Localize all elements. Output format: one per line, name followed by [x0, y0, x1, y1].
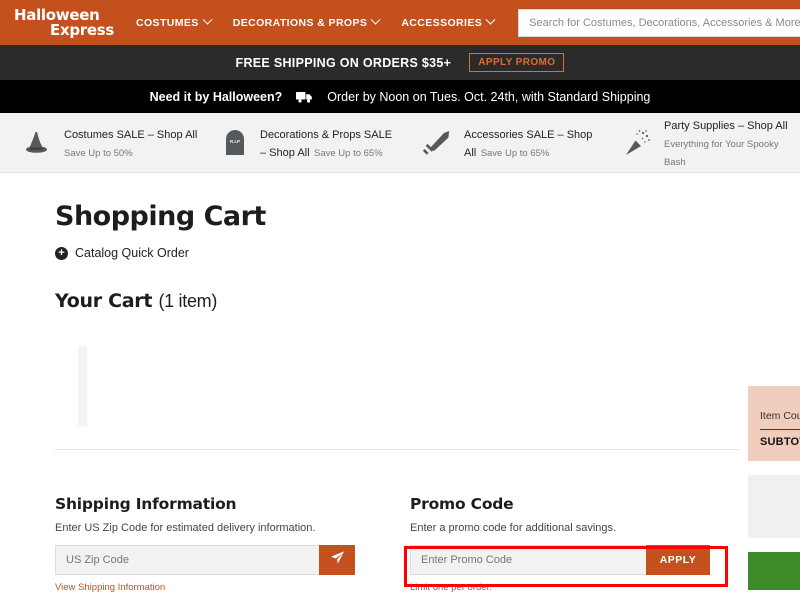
your-cart-label: Your Cart [55, 290, 153, 312]
logo-line-2: Express [50, 20, 114, 39]
summary-item-count-label: Item Count [760, 410, 800, 422]
nav-item-accessories[interactable]: ACCESSORIES [401, 14, 496, 29]
primary-nav: COSTUMES DECORATIONS & PROPS ACCESSORIES [136, 14, 496, 29]
category-text: Costumes SALE – Shop All Save Up to 50% [64, 125, 200, 161]
nav-item-label: ACCESSORIES [401, 16, 483, 29]
chevron-down-icon [370, 14, 381, 25]
plus-circle-icon: + [55, 246, 68, 260]
tombstone-icon: R.I.P [222, 126, 248, 160]
chevron-down-icon [202, 14, 213, 25]
halloween-answer-text: Order by Noon on Tues. Oct. 24th, with S… [327, 89, 651, 104]
view-shipping-information-link[interactable]: View Shipping Information [55, 582, 355, 593]
cart-items-region [55, 334, 755, 439]
witch-hat-icon [22, 126, 52, 160]
delivery-truck-icon [296, 91, 313, 103]
summary-divider [760, 429, 800, 430]
category-link-decorations-props[interactable]: R.I.P Decorations & Props SALE – Shop Al… [200, 125, 400, 161]
search-input[interactable]: Search for Costumes, Decorations, Access… [518, 8, 800, 37]
free-shipping-banner: FREE SHIPPING ON ORDERS $35+ APPLY PROMO [0, 45, 800, 80]
party-popper-icon [622, 126, 652, 160]
site-header: Halloween Express COSTUMES DECORATIONS &… [0, 0, 800, 45]
shipping-information-section: Shipping Information Enter US Zip Code f… [55, 495, 355, 593]
page-title: Shopping Cart [55, 201, 266, 232]
summary-subtotal-label: SUBTOTAL [760, 436, 800, 448]
svg-text:R.I.P: R.I.P [230, 139, 240, 144]
category-text: Accessories SALE – Shop All Save Up to 6… [464, 125, 600, 161]
shipping-information-help: Enter US Zip Code for estimated delivery… [55, 522, 316, 534]
category-subtitle: Save Up to 50% [64, 147, 133, 159]
nav-item-costumes[interactable]: COSTUMES [136, 14, 213, 29]
main-content: Shopping Cart + Catalog Quick Order Your… [0, 173, 800, 590]
promo-code-title: Promo Code [410, 495, 514, 513]
site-logo[interactable]: Halloween Express [14, 7, 114, 39]
order-summary-top: Item Count SUBTOTAL [748, 386, 800, 461]
zip-code-submit-button[interactable] [319, 545, 355, 575]
promo-limit-note: Limit one per order. [410, 582, 492, 593]
cart-item-loading-placeholder [78, 346, 87, 426]
promo-code-section: Promo Code Enter a promo code for additi… [404, 495, 728, 593]
zip-code-form [55, 545, 355, 575]
category-promo-strip: Costumes SALE – Shop All Save Up to 50% … [0, 113, 800, 173]
catalog-quick-order-link[interactable]: + Catalog Quick Order [55, 246, 755, 260]
category-subtitle: Save Up to 65% [314, 147, 383, 159]
promo-code-form: APPLY [410, 545, 710, 575]
category-link-costumes[interactable]: Costumes SALE – Shop All Save Up to 50% [0, 125, 200, 161]
apply-promo-button[interactable]: APPLY PROMO [469, 53, 565, 72]
nav-item-decorations-props[interactable]: DECORATIONS & PROPS [232, 14, 381, 29]
cart-column: Shopping Cart + Catalog Quick Order Your… [55, 173, 755, 450]
category-title: Costumes SALE – Shop All [64, 128, 198, 141]
cart-divider [55, 449, 740, 450]
bottom-forms: Shipping Information Enter US Zip Code f… [0, 495, 800, 593]
search-placeholder-text: Search for Costumes, Decorations, Access… [529, 16, 800, 29]
nav-item-label: COSTUMES [136, 16, 199, 29]
paper-plane-icon [330, 550, 345, 570]
your-cart-heading: Your Cart (1 item) [55, 290, 755, 312]
promo-code-input[interactable] [410, 545, 646, 575]
promo-code-help: Enter a promo code for additional saving… [410, 522, 617, 534]
shipping-information-title: Shipping Information [55, 495, 237, 513]
free-shipping-text: FREE SHIPPING ON ORDERS $35+ [235, 55, 452, 70]
nav-item-label: DECORATIONS & PROPS [232, 16, 368, 29]
category-link-party-supplies[interactable]: Party Supplies – Shop All Everything for… [600, 116, 800, 170]
category-text: Decorations & Props SALE – Shop All Save… [260, 125, 400, 161]
halloween-deadline-banner: Need it by Halloween? Order by Noon on T… [0, 80, 800, 113]
zip-code-input[interactable] [55, 545, 319, 575]
category-text: Party Supplies – Shop All Everything for… [664, 116, 800, 170]
catalog-quick-order-label: Catalog Quick Order [75, 246, 189, 260]
category-subtitle: Save Up to 65% [480, 147, 550, 159]
promo-apply-button[interactable]: APPLY [646, 545, 710, 575]
category-subtitle: Everything for Your Spooky Bash [664, 138, 779, 168]
cart-item-count: (1 item) [158, 291, 218, 311]
halloween-question-text: Need it by Halloween? [149, 89, 283, 104]
search-container: Search for Costumes, Decorations, Access… [518, 8, 800, 37]
category-link-accessories[interactable]: Accessories SALE – Shop All Save Up to 6… [400, 125, 600, 161]
sword-icon [422, 126, 452, 160]
category-title: Party Supplies – Shop All [664, 119, 788, 132]
chevron-down-icon [485, 14, 496, 25]
